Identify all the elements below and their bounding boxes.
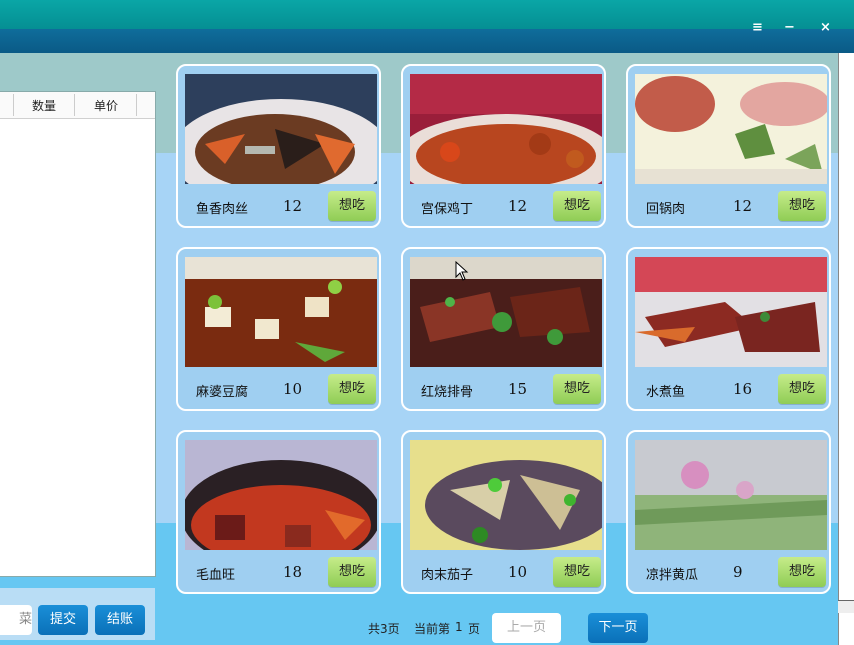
dish-card: 麻婆豆腐 10 想吃 — [176, 247, 381, 411]
dish-name: 肉末茄子 — [421, 568, 474, 583]
order-table-header: 数量 单价 — [0, 92, 155, 119]
dish-photo — [635, 440, 827, 550]
page-total: 共3页 — [368, 622, 400, 636]
mouse-cursor-icon — [455, 261, 469, 281]
want-to-eat-button[interactable]: 想吃 — [328, 374, 376, 404]
dish-card: 凉拌黄瓜 9 想吃 — [626, 430, 831, 594]
dish-price: 12 — [283, 197, 303, 215]
dish-photo — [410, 74, 602, 184]
menu-icon[interactable]: ≡ — [752, 20, 763, 35]
background-window-fragment — [838, 600, 854, 613]
title-bar — [0, 0, 854, 29]
dish-name: 麻婆豆腐 — [196, 385, 249, 400]
dish-price: 12 — [508, 197, 528, 215]
column-quantity: 数量 — [32, 99, 57, 113]
partial-dish-button[interactable]: 菜 — [0, 605, 32, 635]
dish-photo — [410, 440, 602, 550]
page-current-number: 1 — [455, 620, 463, 634]
want-to-eat-button[interactable]: 想吃 — [328, 191, 376, 221]
want-to-eat-button[interactable]: 想吃 — [778, 374, 826, 404]
background-window-edge — [838, 53, 854, 645]
dish-price: 15 — [508, 380, 528, 398]
dish-name: 红烧排骨 — [421, 385, 474, 400]
dish-card: 红烧排骨 15 想吃 — [401, 247, 606, 411]
dish-name: 宫保鸡丁 — [421, 202, 474, 217]
column-unit-price: 单价 — [94, 99, 119, 113]
want-to-eat-button[interactable]: 想吃 — [553, 374, 601, 404]
dish-name: 回锅肉 — [646, 202, 686, 217]
want-to-eat-button[interactable]: 想吃 — [778, 557, 826, 587]
dish-name: 凉拌黄瓜 — [646, 568, 699, 583]
dish-photo — [185, 74, 377, 184]
page-unit: 页 — [468, 622, 481, 636]
dish-price: 12 — [733, 197, 753, 215]
minimize-icon[interactable]: − — [784, 20, 795, 35]
want-to-eat-button[interactable]: 想吃 — [553, 191, 601, 221]
dish-photo — [185, 440, 377, 550]
dish-photo — [410, 257, 602, 367]
dish-photo — [635, 257, 827, 367]
submit-button[interactable]: 提交 — [38, 605, 88, 635]
column-divider — [136, 94, 137, 116]
dish-card: 宫保鸡丁 12 想吃 — [401, 64, 606, 228]
dish-photo — [635, 74, 827, 184]
next-page-button[interactable]: 下一页 — [588, 613, 648, 643]
column-divider — [13, 94, 14, 116]
dish-name: 鱼香肉丝 — [196, 202, 249, 217]
dish-card: 鱼香肉丝 12 想吃 — [176, 64, 381, 228]
dish-price: 16 — [733, 380, 753, 398]
header-strip — [0, 29, 854, 53]
dish-price: 18 — [283, 563, 303, 581]
prev-page-button[interactable]: 上一页 — [492, 613, 561, 643]
checkout-button[interactable]: 结账 — [95, 605, 145, 635]
page-current-label: 当前第 — [414, 622, 451, 636]
dish-name: 毛血旺 — [196, 568, 236, 583]
dish-price: 9 — [733, 563, 743, 581]
dish-price: 10 — [508, 563, 528, 581]
dish-card: 肉末茄子 10 想吃 — [401, 430, 606, 594]
dish-price: 10 — [283, 380, 303, 398]
want-to-eat-button[interactable]: 想吃 — [328, 557, 376, 587]
dish-card: 回锅肉 12 想吃 — [626, 64, 831, 228]
close-icon[interactable]: × — [820, 20, 831, 35]
dish-name: 水煮鱼 — [646, 385, 686, 400]
order-table: 数量 单价 — [0, 91, 156, 577]
column-divider — [74, 94, 75, 116]
dish-card: 水煮鱼 16 想吃 — [626, 247, 831, 411]
dish-card: 毛血旺 18 想吃 — [176, 430, 381, 594]
dish-photo — [185, 257, 377, 367]
want-to-eat-button[interactable]: 想吃 — [778, 191, 826, 221]
want-to-eat-button[interactable]: 想吃 — [553, 557, 601, 587]
